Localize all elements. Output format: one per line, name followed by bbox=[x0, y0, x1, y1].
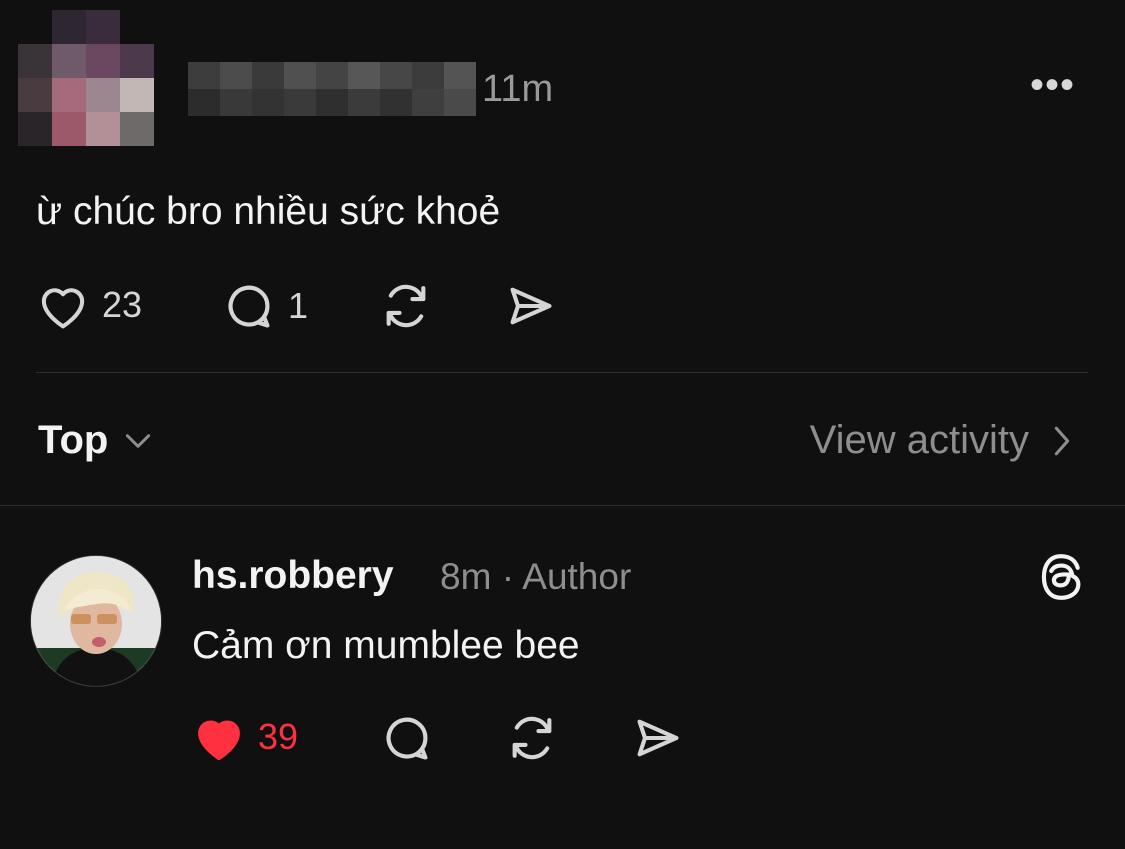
meta-separator: · bbox=[501, 556, 515, 597]
post-text: ừ chúc bro nhiều sức khoẻ bbox=[36, 190, 501, 233]
send-icon bbox=[637, 719, 679, 757]
reply-text: Cảm ơn mumblee bee bbox=[192, 624, 580, 667]
comment-count: 1 bbox=[288, 285, 309, 326]
reply-comment-button[interactable] bbox=[380, 712, 434, 769]
avatar-photo bbox=[31, 556, 161, 686]
author-badge: Author bbox=[522, 556, 632, 597]
reply-avatar[interactable] bbox=[30, 555, 162, 687]
more-options-icon[interactable]: ••• bbox=[1030, 65, 1075, 105]
reply-time: 8m bbox=[440, 556, 492, 597]
chevron-down-icon bbox=[126, 433, 151, 448]
sort-dropdown[interactable]: Top bbox=[38, 418, 154, 463]
reply-share-button[interactable] bbox=[632, 712, 684, 769]
comment-icon bbox=[386, 717, 428, 760]
like-button[interactable]: 23 bbox=[36, 280, 142, 330]
blurred-username[interactable] bbox=[188, 62, 476, 116]
reply-meta: 8m · Author bbox=[440, 556, 631, 598]
like-count: 23 bbox=[102, 284, 143, 325]
send-icon bbox=[510, 287, 552, 325]
comment-button[interactable]: 1 bbox=[222, 280, 308, 332]
heart-outline-icon bbox=[41, 288, 85, 329]
threads-logo-icon[interactable] bbox=[1036, 552, 1086, 607]
reply-like-count: 39 bbox=[258, 716, 299, 757]
sort-label: Top bbox=[38, 418, 109, 462]
view-activity-link[interactable]: View activity bbox=[810, 418, 1073, 463]
divider bbox=[0, 505, 1125, 506]
comment-icon bbox=[228, 285, 270, 328]
view-activity-label: View activity bbox=[809, 418, 1029, 462]
repost-icon bbox=[386, 284, 426, 328]
heart-filled-icon bbox=[198, 720, 240, 761]
repost-button[interactable] bbox=[380, 280, 432, 337]
blurred-avatar[interactable] bbox=[18, 10, 166, 162]
reply-username[interactable]: hs.robbery bbox=[192, 554, 394, 598]
reply-repost-button[interactable] bbox=[506, 712, 558, 769]
reply-like-button[interactable]: 39 bbox=[192, 712, 298, 762]
repost-icon bbox=[512, 716, 552, 760]
post-time: 11m bbox=[482, 68, 554, 110]
share-button[interactable] bbox=[505, 280, 557, 337]
chevron-right-icon bbox=[1054, 426, 1070, 455]
divider bbox=[36, 372, 1088, 373]
